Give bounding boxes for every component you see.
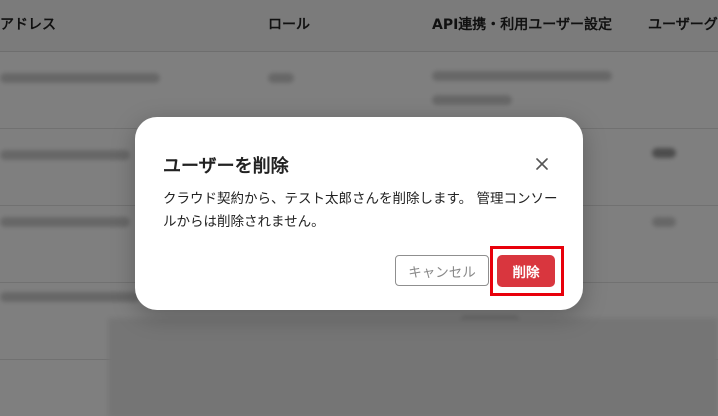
close-icon <box>536 158 548 170</box>
cancel-button[interactable]: キャンセル <box>395 255 489 286</box>
dialog-title: ユーザーを削除 <box>163 156 289 177</box>
delete-user-dialog: ユーザーを削除 クラウド契約から、テスト太郎さんを削除します。 管理コンソールか… <box>135 117 583 310</box>
close-button[interactable] <box>533 155 551 173</box>
delete-button[interactable]: 削除 <box>497 255 555 287</box>
dialog-message: クラウド契約から、テスト太郎さんを削除します。 管理コンソールからは削除されませ… <box>163 191 558 230</box>
